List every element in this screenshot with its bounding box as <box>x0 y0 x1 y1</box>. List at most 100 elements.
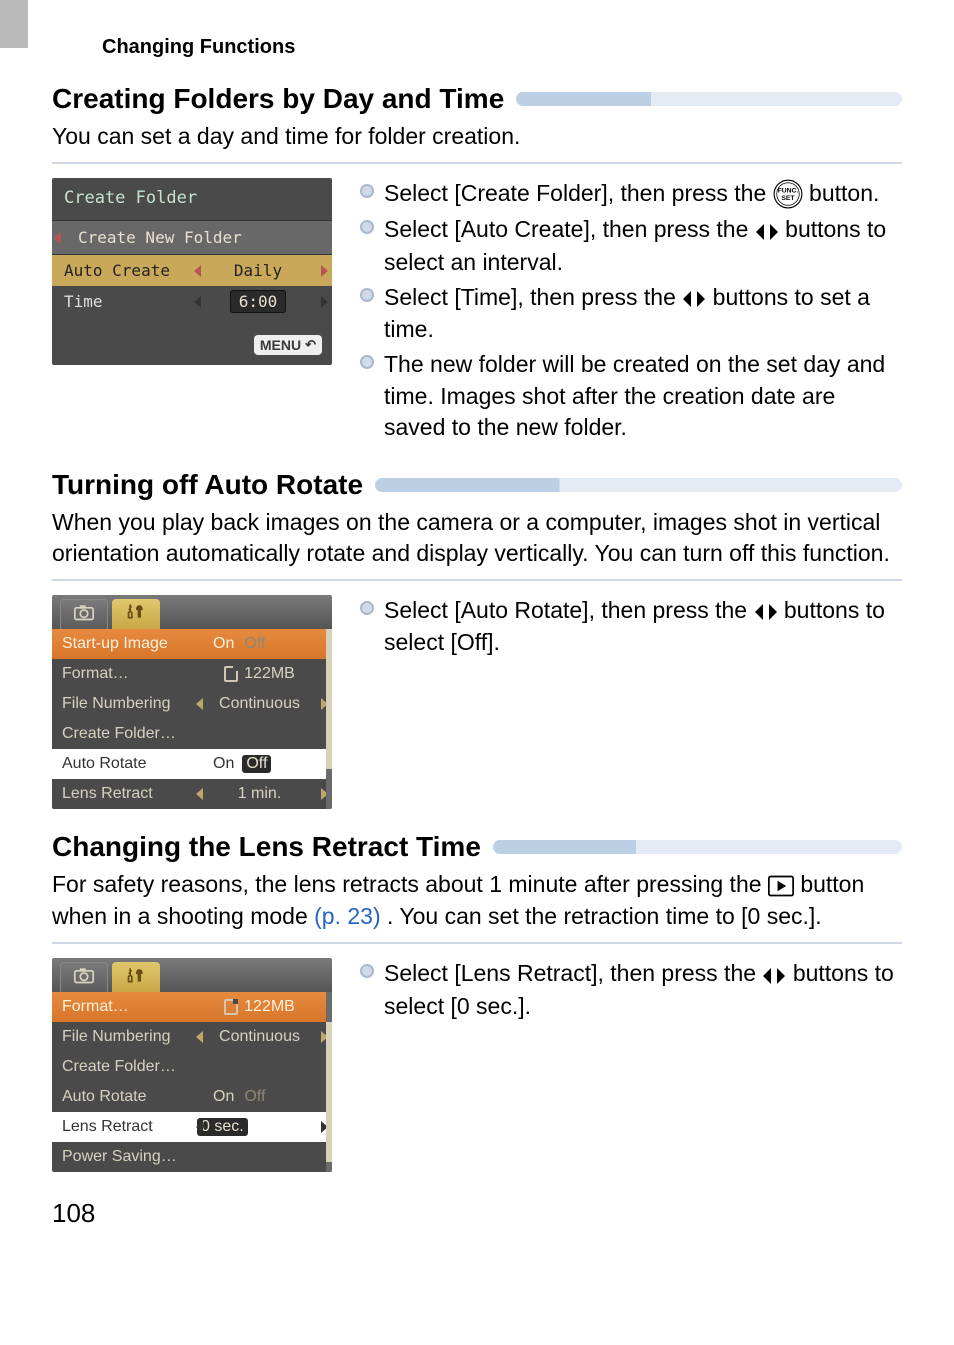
shot1-subtitle: Create New Folder <box>52 220 332 255</box>
bullet: Select [Auto Create], then press the but… <box>360 214 902 277</box>
menu-row-key: Format… <box>62 998 197 1016</box>
bullet: Select [Lens Retract], then press the bu… <box>360 958 902 1021</box>
left-arrow-icon <box>196 1121 203 1133</box>
s3-intro-post: . You can set the retraction time to [0 … <box>387 903 822 929</box>
left-arrow-icon <box>196 1031 203 1043</box>
section-3-title: Changing the Lens Retract Time <box>52 831 902 863</box>
section-1-title: Creating Folders by Day and Time <box>52 83 902 115</box>
menu-row-value: 122MB <box>197 998 322 1016</box>
menu-row-value: OnOff <box>197 755 322 773</box>
bullet: The new folder will be created on the se… <box>360 349 902 442</box>
camera-icon <box>74 966 94 989</box>
s3-intro-pre: For safety reasons, the lens retracts ab… <box>52 871 768 897</box>
memory-card-icon <box>224 999 238 1015</box>
bullet-dot-icon <box>360 964 374 978</box>
right-arrow-icon <box>321 296 328 308</box>
menu-row: Power Saving… <box>52 1142 332 1172</box>
svg-text:SET: SET <box>781 195 795 202</box>
bullet-dot-icon <box>360 220 374 234</box>
tools-icon <box>126 602 146 625</box>
shot1-subtitle-text: Create New Folder <box>78 228 242 247</box>
camera-tab <box>60 599 108 629</box>
bullet: Select [Create Folder], then press the F… <box>360 178 902 210</box>
bullet-dot-icon <box>360 601 374 615</box>
menu-row-key: Start-up Image <box>62 635 197 653</box>
menu-row-value: 0 sec. <box>197 1118 322 1136</box>
menu-row-value: Continuous <box>197 1028 322 1046</box>
menu-row-value: OnOff <box>197 635 322 653</box>
page-ref-link[interactable]: (p. 23) <box>314 903 380 929</box>
menu-row: Lens Retract1 min. <box>52 779 332 809</box>
shot1-row-autocreate: Auto Create Daily <box>52 255 332 286</box>
divider <box>52 579 902 581</box>
heading-bar <box>516 92 902 106</box>
menu-row-value: 122MB <box>197 665 322 683</box>
left-arrow-icon <box>196 698 203 710</box>
menu-button-badge: MENU ↶ <box>254 335 322 355</box>
section-2-intro: When you play back images on the camera … <box>52 507 902 569</box>
section-3-title-text: Changing the Lens Retract Time <box>52 831 481 863</box>
menu-row: Format…122MB <box>52 992 332 1022</box>
menu-row: Create Folder… <box>52 719 332 749</box>
s2-b1-t1: Select [Auto Rotate], then press the <box>384 597 754 623</box>
bullet-dot-icon <box>360 288 374 302</box>
shot1-row1-key: Auto Create <box>64 261 196 280</box>
b1-t1: Select [Create Folder], then press the <box>384 180 773 206</box>
section-3-intro: For safety reasons, the lens retracts ab… <box>52 869 902 932</box>
section-2-title: Turning off Auto Rotate <box>52 469 902 501</box>
scrollbar-thumb <box>326 1022 332 1162</box>
b3-t1: Select [Time], then press the <box>384 284 682 310</box>
tools-tab <box>112 599 160 629</box>
s3-b1-t1: Select [Lens Retract], then press the <box>384 960 762 986</box>
left-right-arrows-icon <box>682 283 706 314</box>
bullet: Select [Auto Rotate], then press the but… <box>360 595 902 658</box>
left-right-arrows-icon <box>754 596 778 627</box>
divider <box>52 162 902 164</box>
menu-row-key: Auto Rotate <box>62 755 197 773</box>
heading-bar <box>375 478 902 492</box>
heading-bar <box>493 840 902 854</box>
left-right-arrows-icon <box>762 960 786 991</box>
menu-row: Format…122MB <box>52 659 332 689</box>
b2-t1: Select [Auto Create], then press the <box>384 216 755 242</box>
camera-icon <box>74 603 94 626</box>
menu-row-key: Lens Retract <box>62 1118 197 1136</box>
b4: The new folder will be created on the se… <box>384 349 902 442</box>
chapter-header: Changing Functions <box>102 36 902 59</box>
left-right-arrows-icon <box>755 216 779 247</box>
tools-icon <box>126 966 146 989</box>
menu-row: Auto RotateOnOff <box>52 749 332 779</box>
menu-row-key: Create Folder… <box>62 1058 197 1076</box>
screenshot-auto-rotate: Start-up ImageOnOffFormat…122MBFile Numb… <box>52 595 332 809</box>
menu-row: File NumberingContinuous <box>52 1022 332 1052</box>
b1-t2: button. <box>809 180 879 206</box>
menu-row-key: Create Folder… <box>62 725 197 743</box>
section-1-intro: You can set a day and time for folder cr… <box>52 121 902 152</box>
left-arrow-icon <box>194 296 201 308</box>
shot1-row2-val: 6:00 <box>230 290 287 313</box>
menu-row-value: 1 min. <box>197 785 322 803</box>
menu-row-key: Format… <box>62 665 197 683</box>
menu-row-key: File Numbering <box>62 1028 197 1046</box>
camera-tab <box>60 962 108 992</box>
bullet-dot-icon <box>360 355 374 369</box>
menu-row-key: Lens Retract <box>62 785 197 803</box>
bullet-dot-icon <box>360 184 374 198</box>
menu-row: Create Folder… <box>52 1052 332 1082</box>
section-2-title-text: Turning off Auto Rotate <box>52 469 363 501</box>
left-arrow-icon <box>196 788 203 800</box>
menu-row-key: File Numbering <box>62 695 197 713</box>
page-number: 108 <box>52 1198 902 1229</box>
divider <box>52 942 902 944</box>
menu-row: Start-up ImageOnOff <box>52 629 332 659</box>
tools-tab <box>112 962 160 992</box>
left-arrow-icon <box>194 265 201 277</box>
func-set-icon: FUNC.SET <box>773 179 803 210</box>
section-1-title-text: Creating Folders by Day and Time <box>52 83 504 115</box>
screenshot-lens-retract: Format…122MBFile NumberingContinuousCrea… <box>52 958 332 1172</box>
undo-icon: ↶ <box>305 337 316 353</box>
menu-row: Auto RotateOnOff <box>52 1082 332 1112</box>
side-tab <box>0 0 28 48</box>
menu-row: Lens Retract0 sec. <box>52 1112 332 1142</box>
bullet: Select [Time], then press the buttons to… <box>360 282 902 345</box>
